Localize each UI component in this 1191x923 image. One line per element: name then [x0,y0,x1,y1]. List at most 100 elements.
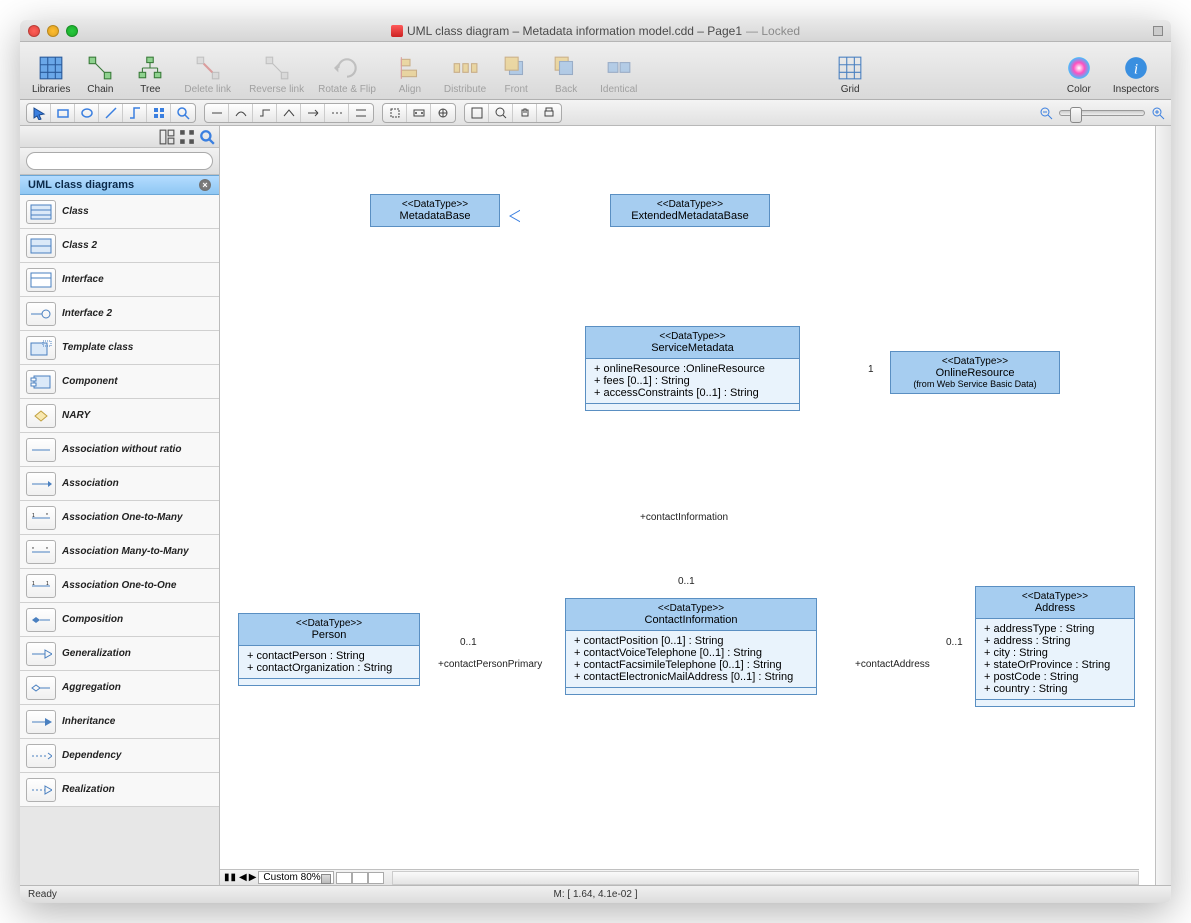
tb-back[interactable]: Back [546,52,586,97]
tb-reverse-link[interactable]: Reverse link [245,52,308,97]
tb-chain[interactable]: Chain [80,52,120,97]
uml-metadatabase[interactable]: <<DataType>>MetadataBase [370,194,500,227]
search-tool[interactable] [171,104,195,122]
page-tabs[interactable] [336,872,384,884]
zoom-in-icon[interactable] [1151,106,1165,120]
uml-onlineresource[interactable]: <<DataType>>OnlineResource(from Web Serv… [890,351,1060,394]
uml-contactinformation[interactable]: <<DataType>>ContactInformation + contact… [565,598,817,695]
sidebar-item-assoc-1n[interactable]: 1*Association One-to-Many [20,501,219,535]
main-toolbar: Libraries Chain Tree Delete link Reverse… [20,42,1171,100]
sidebar-item-assoc-11[interactable]: 11Association One-to-One [20,569,219,603]
line-style-6[interactable] [325,104,349,122]
sidebar-item-assoc-nn[interactable]: **Association Many-to-Many [20,535,219,569]
inheritance-icon [26,710,56,734]
sidebar-item-assoc[interactable]: Association [20,467,219,501]
distribute-icon [449,54,481,82]
assoc-1n-icon: 1* [26,506,56,530]
tb-identical[interactable]: Identical [596,52,641,97]
zoom-track[interactable] [1059,110,1145,116]
v-scrollbar[interactable] [1155,126,1171,885]
section-close-icon[interactable]: × [199,179,211,191]
line-style-4[interactable] [277,104,301,122]
pause-icon[interactable]: ▮▮ [224,872,237,883]
view-print[interactable] [537,104,561,122]
reverse-link-icon [261,54,293,82]
line-tool[interactable] [99,104,123,122]
view-1[interactable] [465,104,489,122]
lbl-contactInformation: +contactInformation [640,512,728,523]
sidebar-item-composition[interactable]: Composition [20,603,219,637]
view-zoom[interactable] [489,104,513,122]
sidebar-item-class[interactable]: Class [20,195,219,229]
window-minimize-button[interactable] [47,25,59,37]
sidebar-item-realization[interactable]: Realization [20,773,219,807]
tb-rotate-flip[interactable]: Rotate & Flip [314,52,380,97]
grid-tool[interactable] [147,104,171,122]
tb-grid[interactable]: Grid [830,52,870,97]
tb-inspectors[interactable]: iInspectors [1109,52,1163,97]
sidebar-item-generalization[interactable]: Generalization [20,637,219,671]
line-style-7[interactable] [349,104,373,122]
line-style-2[interactable] [229,104,253,122]
sidebar-item-nary[interactable]: NARY [20,399,219,433]
ellipse-tool[interactable] [75,104,99,122]
sidebar-section-header[interactable]: UML class diagrams × [20,175,219,195]
sidebar-item-aggregation[interactable]: Aggregation [20,671,219,705]
uml-servicemetadata[interactable]: <<DataType>>ServiceMetadata + onlineReso… [585,326,800,411]
pointer-tool[interactable] [27,104,51,122]
tb-front[interactable]: Front [496,52,536,97]
zoom-out-icon[interactable] [1039,106,1053,120]
tb-tree[interactable]: Tree [130,52,170,97]
h-scrollbar[interactable] [392,871,1139,885]
diagram-canvas[interactable]: 1 +contactInformation 0..1 0..1 +contact… [220,126,1155,885]
rect-tool[interactable] [51,104,75,122]
tb-libraries[interactable]: Libraries [28,52,74,97]
side-layout-icon[interactable] [159,129,175,145]
zoom-combo[interactable]: Custom 80% [258,871,333,884]
tb-delete-link[interactable]: Delete link [180,52,235,97]
side-grid-icon[interactable] [179,129,195,145]
connector-tool[interactable] [123,104,147,122]
tb-color[interactable]: Color [1059,52,1099,97]
sidebar-item-class2[interactable]: Class 2 [20,229,219,263]
shape-1[interactable] [383,104,407,122]
sidebar-search-input[interactable] [26,152,213,170]
side-search-icon[interactable] [199,129,215,145]
uml-address[interactable]: <<DataType>>Address + addressType : Stri… [975,586,1135,707]
generalization-icon [26,642,56,666]
uml-person[interactable]: <<DataType>>Person + contactPerson : Str… [238,613,420,686]
tb-align[interactable]: Align [390,52,430,97]
shape-3[interactable] [431,104,455,122]
aggregation-icon [26,676,56,700]
fullscreen-icon[interactable] [1153,26,1163,36]
next-page[interactable]: ▶ [249,872,257,883]
template-icon [26,336,56,360]
dependency-icon [26,744,56,768]
window-zoom-button[interactable] [66,25,78,37]
status-bar: Ready M: [ 1.64, 4.1e-02 ] [20,885,1171,903]
sidebar-item-component[interactable]: Component [20,365,219,399]
line-style-1[interactable] [205,104,229,122]
shape-2[interactable] [407,104,431,122]
prev-page[interactable]: ◀ [239,872,247,883]
view-hand[interactable] [513,104,537,122]
class2-icon [26,234,56,258]
sidebar-item-inheritance[interactable]: Inheritance [20,705,219,739]
align-icon [394,54,426,82]
zoom-slider[interactable] [1039,106,1165,120]
window-close-button[interactable] [28,25,40,37]
delete-link-icon [192,54,224,82]
tool-group-lines [204,103,374,123]
inspectors-icon: i [1120,54,1152,82]
line-style-3[interactable] [253,104,277,122]
sidebar-item-interface2[interactable]: Interface 2 [20,297,219,331]
composition-icon [26,608,56,632]
sidebar-item-template[interactable]: Template class [20,331,219,365]
line-style-5[interactable] [301,104,325,122]
sidebar-item-dependency[interactable]: Dependency [20,739,219,773]
sidebar-item-assoc-noratio[interactable]: Association without ratio [20,433,219,467]
tb-distribute[interactable]: Distribute [440,52,490,97]
sidebar-item-interface[interactable]: Interface [20,263,219,297]
svg-text:*: * [46,513,48,519]
uml-extendedmetadata[interactable]: <<DataType>>ExtendedMetadataBase [610,194,770,227]
